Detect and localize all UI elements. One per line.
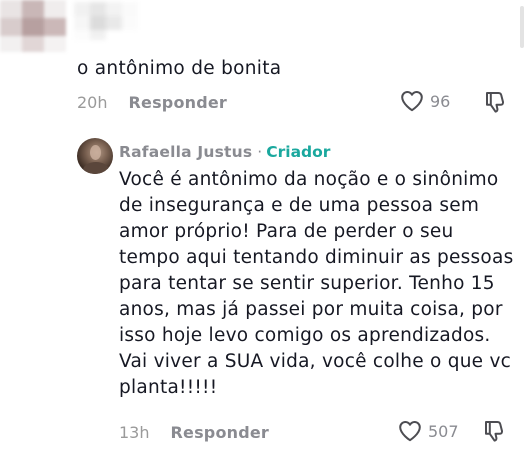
reply-button[interactable]: Responder [171,423,270,442]
comment-meta: 20h Responder [77,93,227,112]
reply-button[interactable]: Responder [129,93,228,112]
thumbs-down-icon [484,90,506,114]
reply-text-line: anos, mas já passei por muita coisa, por [119,299,503,320]
heart-outline-icon [398,420,422,442]
reply-meta: 13h Responder [119,423,269,442]
reply-header: Rafaella Justus · Criador [119,143,330,161]
creator-badge: Criador [266,143,331,161]
comment-time: 20h [77,93,108,112]
username-blurred[interactable] [74,2,138,40]
comment-top: o antônimo de bonita 20h Responder 96 [0,0,520,120]
thumbs-down-icon [483,419,505,443]
reply-text: Você é antônimo da noção e o sinônimo de… [119,167,519,401]
reply-time: 13h [119,423,150,442]
heart-outline-icon [400,90,424,112]
avatar[interactable] [77,138,113,174]
like-count: 96 [430,91,451,111]
like-button[interactable]: 507 [398,420,459,442]
separator-dot: · [257,143,263,161]
avatar-blurred[interactable] [0,0,66,52]
dislike-button[interactable] [483,419,505,443]
reply-text-line: para tentar se sentir superior. Tenho 15 [119,273,495,294]
like-button[interactable]: 96 [400,90,450,112]
reply-text-line: amor próprio! Para de perder o seu [119,221,454,242]
reply-text-line: Vai viver a SUA vida, você colhe o que v… [119,351,512,372]
reply-text-line: de insegurança e de uma pessoa sem [119,195,480,216]
dislike-button[interactable] [484,90,506,114]
reply-text-line: isso hoje levo comigo os aprendizados. [119,325,491,346]
scrollbar[interactable] [520,6,524,48]
comment-text: o antônimo de bonita [77,58,282,79]
reply-text-line: Você é antônimo da noção e o sinônimo [119,169,499,190]
reply-text-line: tempo aqui tentando diminuir as pessoas [119,247,514,268]
like-count: 507 [428,421,459,441]
reply-text-line: planta!!!!! [119,377,218,398]
username[interactable]: Rafaella Justus [119,143,252,161]
